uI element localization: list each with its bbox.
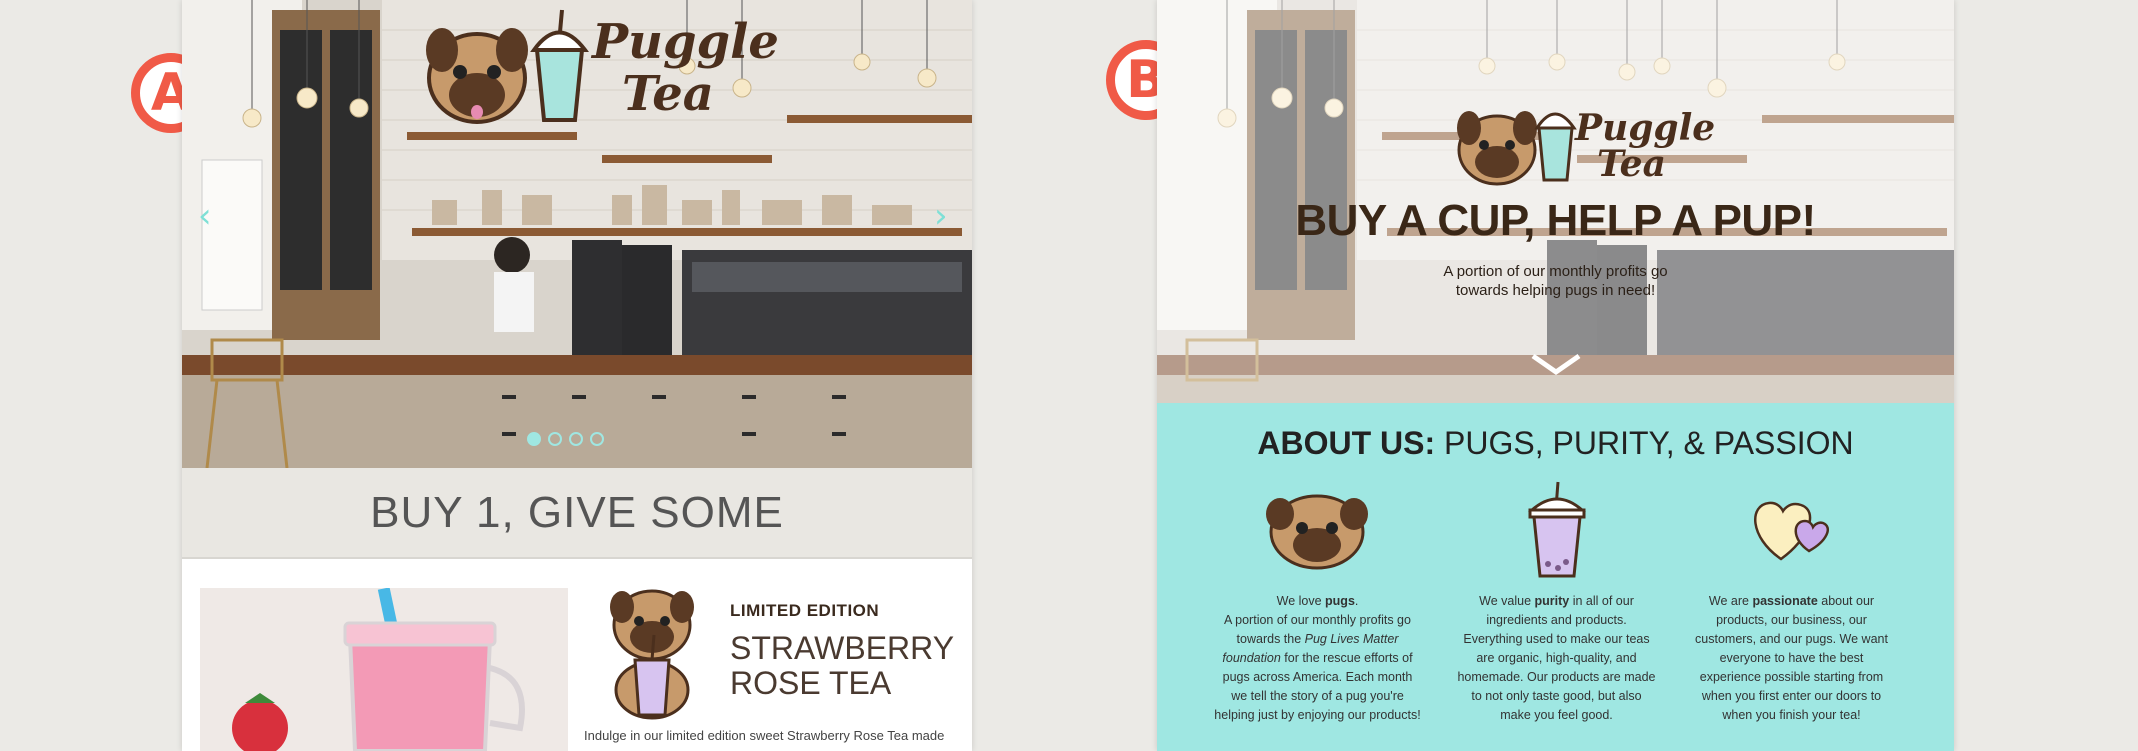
promo-band-title: BUY 1, GIVE SOME (370, 487, 784, 537)
about-heading: ABOUT US: PUGS, PURITY, & PASSION (1257, 425, 1854, 461)
hero-title: BUY A CUP, HELP A PUP! (1295, 196, 1816, 245)
hearts-icon (1754, 501, 1829, 561)
mockup-a: Puggle Tea ‹ › BUY 1, GIVE SOME LIMITED … (182, 0, 972, 751)
carousel-dot-1[interactable] (527, 432, 541, 446)
carousel-dot-2[interactable] (548, 432, 562, 446)
svg-text:Tea: Tea (1597, 143, 1666, 185)
carousel-dot-4[interactable] (590, 432, 604, 446)
pug-face-icon (1266, 494, 1368, 570)
carousel-next-arrow[interactable]: › (934, 196, 948, 236)
mockup-b: Puggle Tea BUY A CUP, HELP A PUP! A port… (1157, 0, 1954, 751)
carousel-indicators (527, 432, 604, 446)
bubble-tea-cup-icon (1528, 481, 1586, 578)
promo-band: BUY 1, GIVE SOME (182, 468, 972, 559)
carousel-dot-3[interactable] (569, 432, 583, 446)
svg-text:Tea: Tea (622, 66, 714, 122)
chevron-down-icon[interactable] (1529, 352, 1583, 376)
pug-mascot-icon (610, 589, 694, 720)
svg-text:Puggle: Puggle (590, 14, 779, 70)
about-column-pugs: We love pugs. A portion of our monthly p… (1214, 594, 1421, 722)
hero-carousel-image: Puggle Tea (182, 0, 972, 468)
product-title: STRAWBERRY ROSE TEA (730, 630, 955, 701)
hero-subtitle: A portion of our monthly profits go towa… (1443, 263, 1668, 299)
product-photo (200, 588, 568, 751)
about-column-purity: We value purity in all of our ingredient… (1457, 594, 1656, 722)
product-tag: LIMITED EDITION (730, 601, 880, 620)
pug-face-icon (426, 28, 528, 124)
about-column-passion: We are passionate about our products, ou… (1695, 594, 1888, 722)
carousel-prev-arrow[interactable]: ‹ (198, 196, 212, 236)
product-description: Indulge in our limited edition sweet Str… (584, 728, 945, 743)
